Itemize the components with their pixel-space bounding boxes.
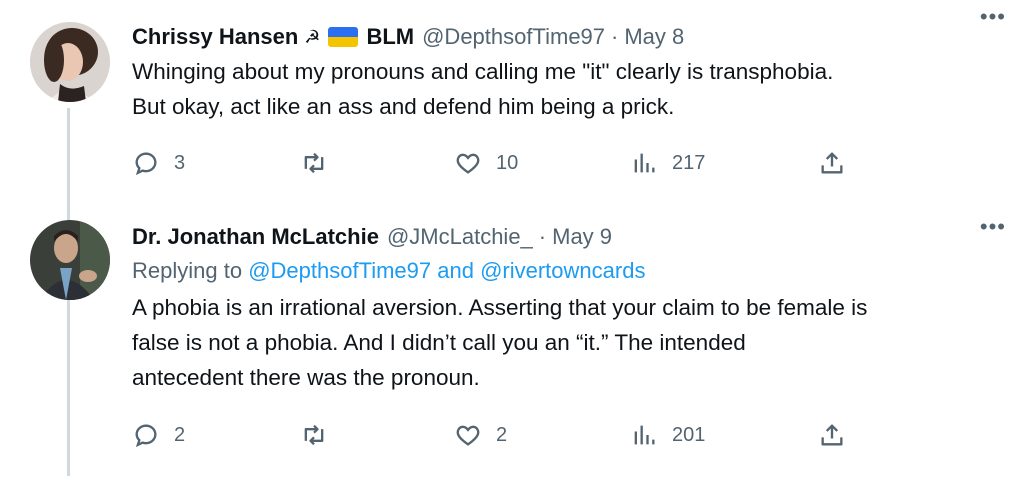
views-icon: [634, 425, 655, 445]
views-count: 217: [672, 151, 706, 174]
replying-prefix: Replying to: [132, 258, 249, 283]
user-handle[interactable]: @DepthsofTime97: [422, 24, 605, 50]
tweet[interactable]: Chrissy Hansen ☭ BLM @DepthsofTime97 · M…: [0, 0, 1024, 210]
like-count: 10: [496, 151, 519, 174]
views-button[interactable]: 217: [630, 146, 705, 180]
like-icon: [456, 153, 480, 174]
views-button[interactable]: 201: [630, 418, 705, 452]
user-handle[interactable]: @JMcLatchie_: [387, 224, 533, 250]
mention-link[interactable]: @DepthsofTime97: [248, 258, 431, 283]
avatar-image: [30, 22, 110, 102]
tweet-actions: 2 2 201: [132, 418, 852, 452]
tweet-text-line: false is not a phobia. And I didn’t call…: [132, 330, 746, 355]
retweet-button[interactable]: [300, 146, 342, 180]
tweet-header: Chrissy Hansen ☭ BLM @DepthsofTime97 · M…: [132, 22, 1004, 52]
tweet-text: A phobia is an irrational aversion. Asse…: [132, 290, 1004, 395]
views-icon: [634, 153, 655, 173]
retweet-icon: [304, 152, 324, 174]
hammer-sickle-icon: ☭: [304, 26, 321, 47]
separator: ·: [538, 224, 547, 249]
like-button[interactable]: 10: [454, 146, 518, 180]
tweet-header: Dr. Jonathan McLatchie @JMcLatchie_ · Ma…: [132, 222, 1004, 252]
more-icon[interactable]: •••: [980, 4, 1006, 30]
display-name[interactable]: Dr. Jonathan McLatchie: [132, 224, 379, 250]
tweet[interactable]: Dr. Jonathan McLatchie @JMcLatchie_ · Ma…: [0, 210, 1024, 485]
display-name[interactable]: Chrissy Hansen: [132, 24, 298, 50]
share-button[interactable]: [818, 146, 846, 180]
replying-to: Replying to @DepthsofTime97 and @riverto…: [132, 258, 1004, 288]
tweet-date[interactable]: May 8: [624, 24, 684, 50]
ukraine-flag-icon: [328, 27, 359, 47]
share-icon: [821, 152, 843, 174]
tweet-text-line: A phobia is an irrational aversion. Asse…: [132, 295, 868, 320]
reply-count: 2: [174, 423, 186, 446]
tweet-text-line: But okay, act like an ass and defend him…: [132, 94, 675, 119]
share-icon: [821, 424, 843, 446]
reply-button[interactable]: 2: [132, 418, 185, 452]
tweet-text-line: antecedent there was the pronoun.: [132, 365, 480, 390]
tweet-actions: 3 10 217: [132, 146, 852, 180]
like-count: 2: [496, 423, 508, 446]
tweet-text: Whinging about my pronouns and calling m…: [132, 54, 1004, 124]
views-count: 201: [672, 423, 706, 446]
tweet-text-line: Whinging about my pronouns and calling m…: [132, 59, 834, 84]
reply-icon: [135, 152, 157, 176]
avatar-image: [30, 220, 110, 300]
retweet-icon: [304, 424, 324, 446]
avatar[interactable]: [30, 220, 110, 300]
mention-link[interactable]: @rivertowncards: [480, 258, 645, 283]
avatar[interactable]: [30, 22, 110, 102]
reply-button[interactable]: 3: [132, 146, 185, 180]
replying-and: and: [431, 258, 481, 283]
like-icon: [456, 425, 480, 446]
tweet-date[interactable]: May 9: [552, 224, 612, 250]
share-button[interactable]: [818, 418, 846, 452]
reply-count: 3: [174, 151, 186, 174]
display-name-suffix[interactable]: BLM: [366, 24, 414, 50]
separator: ·: [611, 24, 619, 49]
reply-icon: [135, 424, 157, 448]
retweet-button[interactable]: [300, 418, 342, 452]
more-icon[interactable]: •••: [980, 214, 1006, 240]
like-button[interactable]: 2: [454, 418, 507, 452]
